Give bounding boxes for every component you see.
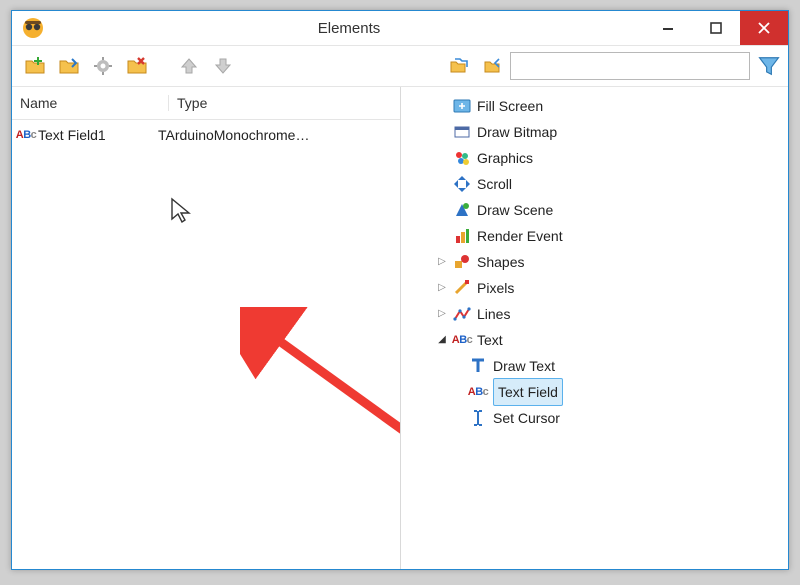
tree-item-draw-bitmap[interactable]: Draw Bitmap bbox=[411, 119, 782, 145]
mouse-cursor-icon bbox=[170, 197, 192, 225]
minimize-button[interactable] bbox=[644, 11, 692, 45]
lines-icon bbox=[451, 303, 473, 325]
pixels-icon bbox=[451, 277, 473, 299]
tree-item-fill-screen[interactable]: Fill Screen bbox=[411, 93, 782, 119]
maximize-button[interactable] bbox=[692, 11, 740, 45]
move-down-button[interactable] bbox=[208, 51, 238, 81]
abc-icon: ABc bbox=[467, 381, 489, 403]
tree-twisty-none bbox=[435, 177, 449, 191]
tree-item-label: Shapes bbox=[477, 249, 524, 275]
tree-item-draw-scene[interactable]: Draw Scene bbox=[411, 197, 782, 223]
tree-item-graphics[interactable]: Graphics bbox=[411, 145, 782, 171]
tree-twisty-closed[interactable]: ▷ bbox=[435, 255, 449, 269]
tree-item-label: Draw Scene bbox=[477, 197, 553, 223]
app-icon bbox=[22, 17, 44, 39]
tree-twisty-none bbox=[435, 229, 449, 243]
shapes-icon bbox=[451, 251, 473, 273]
draw-bitmap-icon bbox=[451, 121, 473, 143]
tree-item-label: Scroll bbox=[477, 171, 512, 197]
move-up-button[interactable] bbox=[174, 51, 204, 81]
close-button[interactable] bbox=[740, 11, 788, 45]
tree-twisty-none bbox=[435, 151, 449, 165]
filter-icon[interactable] bbox=[756, 53, 782, 79]
list-headers: Name Type bbox=[12, 87, 400, 120]
abc-icon: ABc bbox=[16, 129, 36, 141]
fill-screen-icon bbox=[451, 95, 473, 117]
body: Name Type ABc Text Field1 TArduinoMonoch… bbox=[12, 87, 788, 569]
tree-twisty-closed[interactable]: ▷ bbox=[435, 307, 449, 321]
abc-icon: ABc bbox=[451, 329, 473, 351]
tree-twisty-none bbox=[435, 203, 449, 217]
search-input[interactable] bbox=[510, 52, 750, 80]
titlebar: Elements bbox=[12, 11, 788, 46]
tree-item-label: Graphics bbox=[477, 145, 533, 171]
graphics-icon bbox=[451, 147, 473, 169]
header-name[interactable]: Name bbox=[12, 95, 169, 111]
tree-twisty-none bbox=[435, 99, 449, 113]
tree: Fill Screen Draw Bitmap Graphics Scroll bbox=[411, 93, 782, 431]
tree-item-label: Fill Screen bbox=[477, 93, 543, 119]
draw-text-icon bbox=[467, 355, 489, 377]
set-cursor-icon bbox=[467, 407, 489, 429]
delete-folder-button[interactable] bbox=[122, 51, 152, 81]
annotation-arrow-icon bbox=[240, 307, 401, 467]
settings-button[interactable] bbox=[88, 51, 118, 81]
tree-item-shapes[interactable]: ▷ Shapes bbox=[411, 249, 782, 275]
row-name: Text Field1 bbox=[38, 127, 158, 143]
tree-item-label: Lines bbox=[477, 301, 510, 327]
tree-item-label: Text Field bbox=[493, 378, 563, 406]
tree-item-set-cursor[interactable]: Set Cursor bbox=[411, 405, 782, 431]
tree-item-render-event[interactable]: Render Event bbox=[411, 223, 782, 249]
tree-item-lines[interactable]: ▷ Lines bbox=[411, 301, 782, 327]
tree-twisty-open[interactable]: ◢ bbox=[435, 333, 449, 347]
window-buttons bbox=[644, 11, 788, 45]
row-type: TArduinoMonochrome… bbox=[158, 127, 400, 143]
render-event-icon bbox=[451, 225, 473, 247]
add-folder-button[interactable] bbox=[20, 51, 50, 81]
scroll-icon bbox=[451, 173, 473, 195]
left-panel: Name Type ABc Text Field1 TArduinoMonoch… bbox=[12, 87, 401, 569]
tree-item-draw-text[interactable]: Draw Text bbox=[411, 353, 782, 379]
tree-item-text[interactable]: ◢ ABc Text bbox=[411, 327, 782, 353]
tree-item-label: Render Event bbox=[477, 223, 563, 249]
open-folder-button[interactable] bbox=[54, 51, 84, 81]
tree-item-pixels[interactable]: ▷ Pixels bbox=[411, 275, 782, 301]
copy-button[interactable] bbox=[444, 51, 474, 81]
header-type[interactable]: Type bbox=[169, 95, 400, 111]
tree-twisty-closed[interactable]: ▷ bbox=[435, 281, 449, 295]
tree-item-label: Set Cursor bbox=[493, 405, 560, 431]
draw-scene-icon bbox=[451, 199, 473, 221]
toolbar bbox=[12, 46, 788, 87]
tree-twisty-none bbox=[435, 125, 449, 139]
tree-panel: Fill Screen Draw Bitmap Graphics Scroll bbox=[401, 87, 788, 569]
tree-item-label: Draw Bitmap bbox=[477, 119, 557, 145]
window-title: Elements bbox=[54, 20, 644, 37]
table-row[interactable]: ABc Text Field1 TArduinoMonochrome… bbox=[12, 120, 400, 150]
tree-item-label: Text bbox=[477, 327, 503, 353]
paste-button[interactable] bbox=[478, 51, 508, 81]
elements-window: Elements bbox=[11, 10, 789, 570]
tree-item-text-field[interactable]: ABc Text Field bbox=[411, 379, 782, 405]
tree-item-label: Draw Text bbox=[493, 353, 555, 379]
tree-item-scroll[interactable]: Scroll bbox=[411, 171, 782, 197]
tree-item-label: Pixels bbox=[477, 275, 514, 301]
